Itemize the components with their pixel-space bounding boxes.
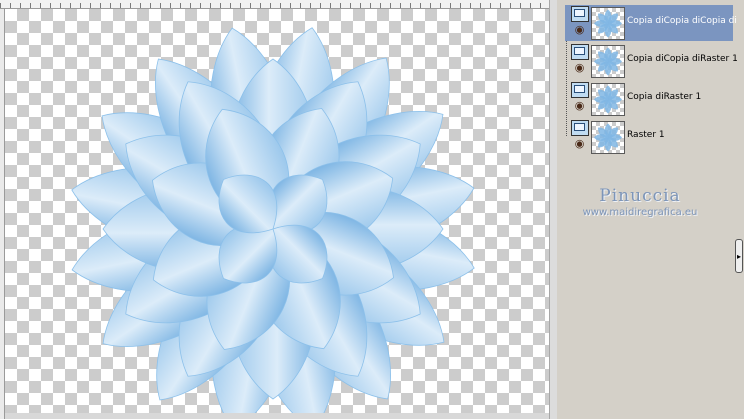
image-canvas[interactable]: [5, 9, 549, 419]
layer-row[interactable]: ◉ Copia diRaster 1: [565, 81, 733, 117]
flower-artwork: [71, 27, 475, 419]
eye-icon[interactable]: ◉: [572, 138, 587, 149]
layer-name: Copia diCopia diRaster 1: [627, 54, 737, 64]
panel-collapse-icon[interactable]: ▸: [735, 239, 743, 273]
layer-row[interactable]: ◉ Copia diCopia diRaster 1: [565, 43, 737, 79]
eye-icon[interactable]: ◉: [572, 24, 587, 35]
layer-thumbnail: [591, 45, 625, 78]
layer-name: Copia diRaster 1: [627, 92, 702, 102]
layer-visibility-icon[interactable]: [571, 120, 589, 136]
layer-visibility-icon[interactable]: [571, 44, 589, 60]
layer-name: Raster 1: [627, 130, 665, 140]
layers-panel: ◉ Copia diCopia diCopia diR ◉ Copia diCo…: [557, 0, 744, 419]
layer-row[interactable]: ◉ Copia diCopia diCopia diR: [565, 5, 737, 41]
horizontal-ruler: [0, 0, 549, 9]
layer-thumbnail: [591, 7, 625, 40]
layer-thumbnail: [591, 83, 625, 116]
horizontal-scrollbar[interactable]: [5, 413, 549, 419]
layer-visibility-icon[interactable]: [571, 82, 589, 98]
watermark-name: Pinuccia: [599, 186, 681, 206]
watermark: Pinuccia www.maidiregrafica.eu: [545, 186, 735, 218]
layer-visibility-icon[interactable]: [571, 6, 589, 22]
eye-icon[interactable]: ◉: [572, 100, 587, 111]
layer-thumbnail: [591, 121, 625, 154]
eye-icon[interactable]: ◉: [572, 62, 587, 73]
layer-row[interactable]: ◉ Raster 1: [565, 119, 733, 155]
watermark-url: www.maidiregrafica.eu: [582, 207, 698, 218]
layer-name: Copia diCopia diCopia diR: [627, 16, 737, 26]
